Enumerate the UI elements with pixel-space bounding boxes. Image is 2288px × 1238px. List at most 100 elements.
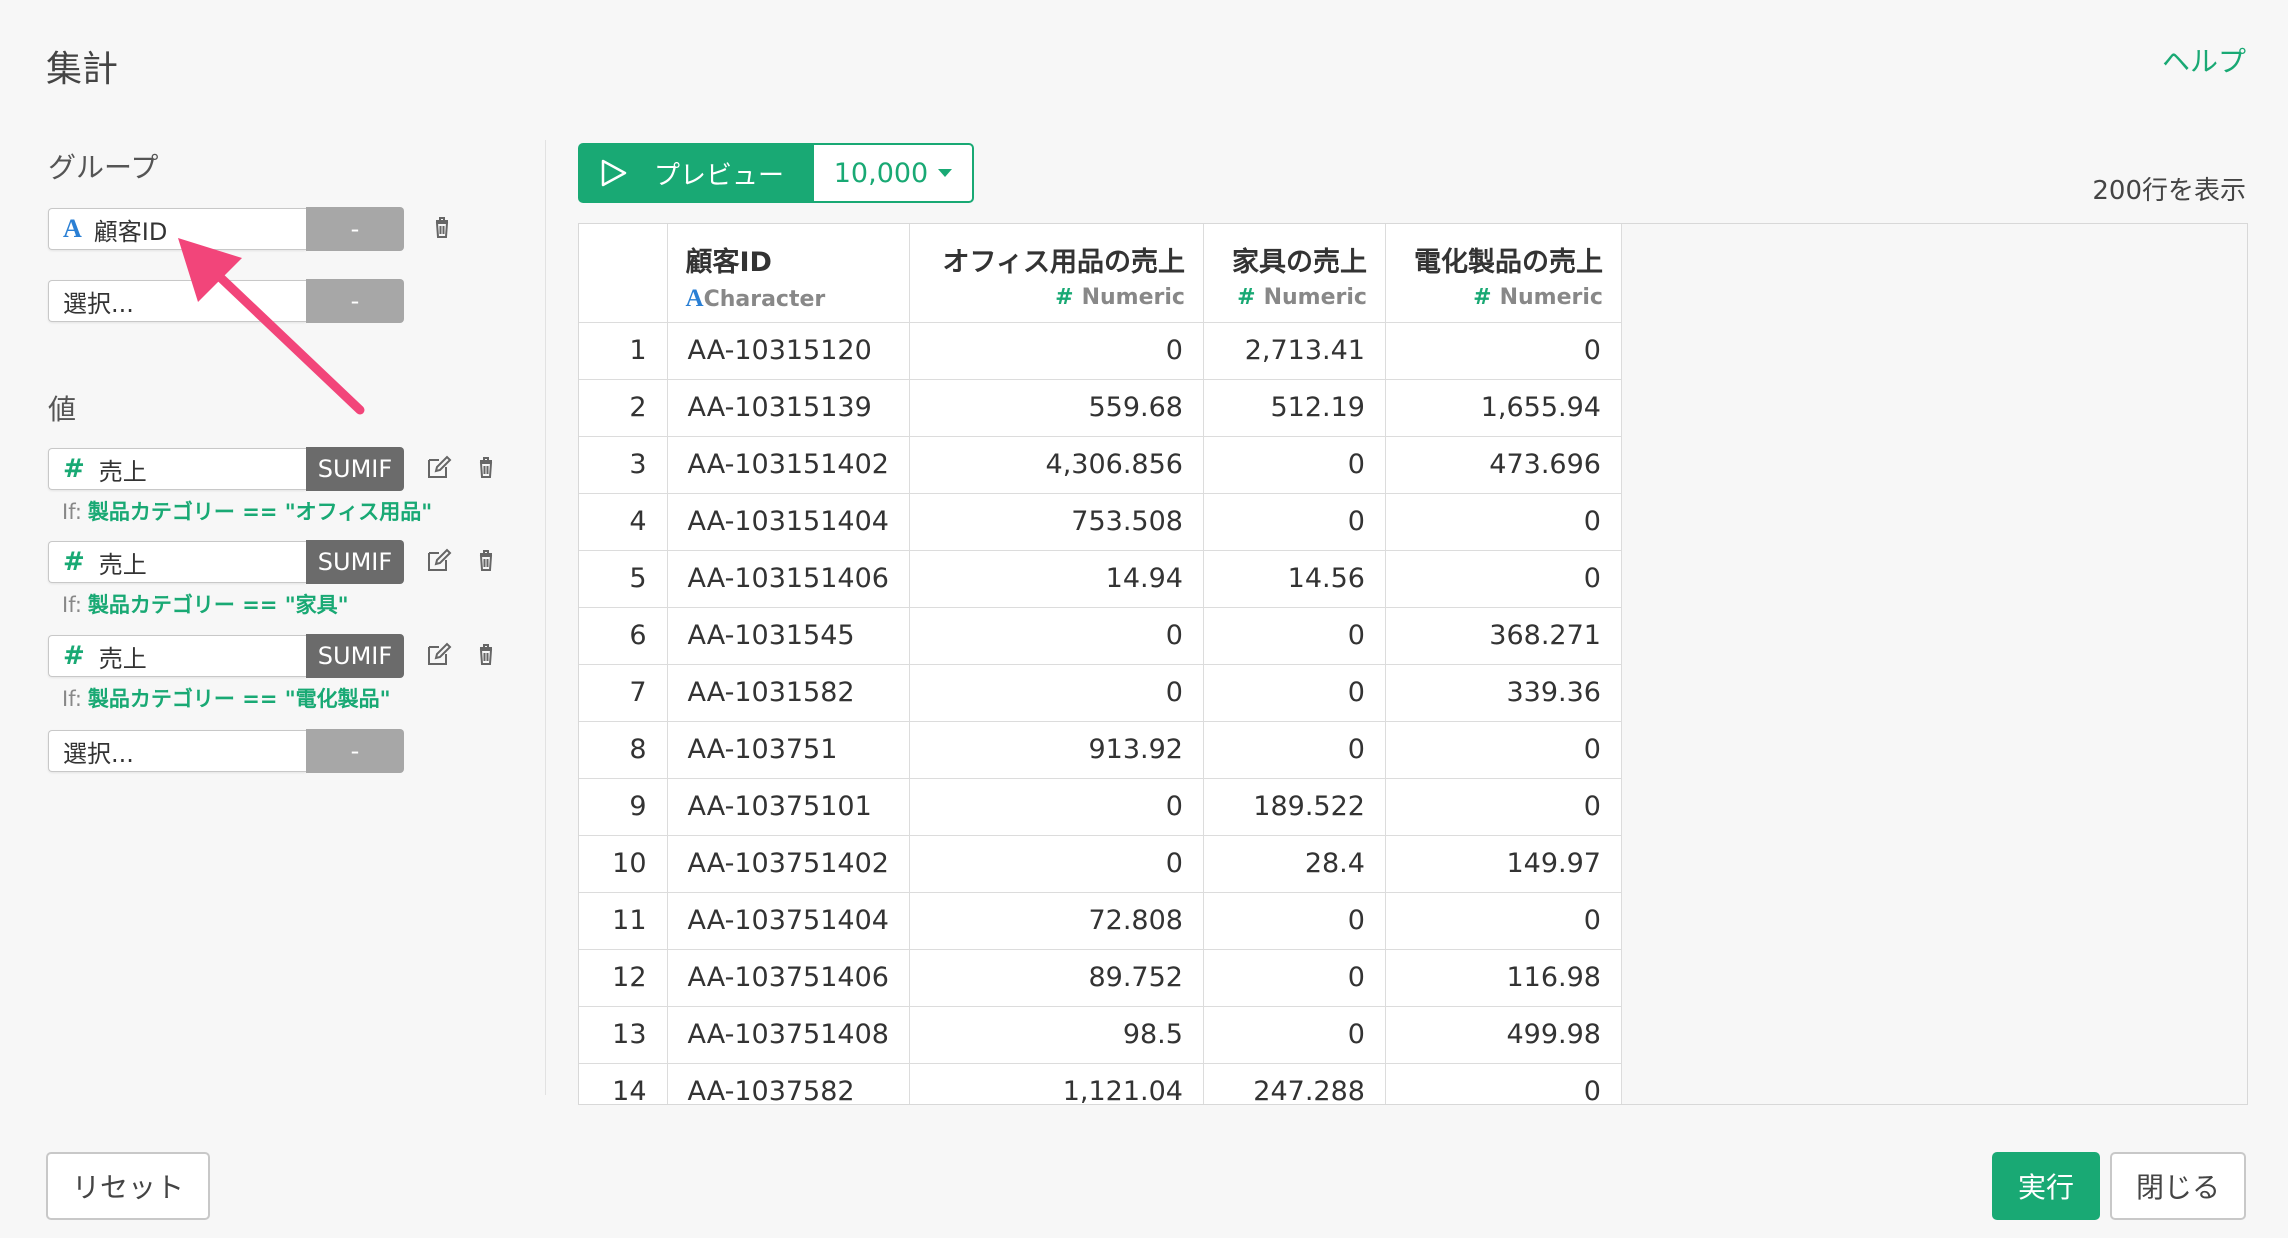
table-cell[interactable]: 559.68: [909, 379, 1204, 437]
table-cell[interactable]: 0: [1203, 1006, 1386, 1064]
table-cell[interactable]: 4,306.856: [909, 436, 1204, 494]
table-cell[interactable]: 0: [1203, 607, 1386, 665]
table-cell[interactable]: 72.808: [909, 892, 1204, 950]
table-cell[interactable]: 0: [1385, 721, 1622, 779]
table-cell[interactable]: 89.752: [909, 949, 1204, 1007]
table-cell[interactable]: 1,655.94: [1385, 379, 1622, 437]
close-button[interactable]: 閉じる: [2110, 1152, 2246, 1220]
column-header[interactable]: 電化製品の売上 # Numeric: [1385, 224, 1622, 323]
table-cell[interactable]: 0: [1385, 892, 1622, 950]
numeric-type-icon: #: [1055, 285, 1074, 310]
caret-down-icon: [938, 169, 953, 177]
condition-line: If: 製品カテゴリー == "オフィス用品": [62, 496, 432, 526]
run-button[interactable]: 実行: [1992, 1152, 2100, 1220]
preview-limit-dropdown[interactable]: 10,000: [814, 143, 974, 203]
table-cell[interactable]: 0: [909, 778, 1204, 836]
column-type: Numeric: [1263, 285, 1367, 310]
table-cell[interactable]: 499.98: [1385, 1006, 1622, 1064]
table-cell[interactable]: 0: [1203, 721, 1386, 779]
table-cell[interactable]: 28.4: [1203, 835, 1386, 893]
table-cell[interactable]: 0: [1203, 664, 1386, 722]
aggregate-function-button[interactable]: SUMIF: [306, 447, 404, 491]
reset-button[interactable]: リセット: [46, 1152, 210, 1220]
table-cell[interactable]: 0: [909, 322, 1204, 380]
table-cell[interactable]: 913.92: [909, 721, 1204, 779]
table-row: 9 AA-10375101 0 189.522 0: [579, 778, 1622, 836]
table-cell[interactable]: 0: [1203, 436, 1386, 494]
table-cell[interactable]: 0: [1385, 1063, 1622, 1104]
table-cell[interactable]: 0: [1385, 493, 1622, 551]
table-cell[interactable]: 0: [909, 835, 1204, 893]
table-cell[interactable]: AA-103151402: [667, 436, 910, 494]
table-cell[interactable]: 368.271: [1385, 607, 1622, 665]
table-row: 2 AA-10315139 559.68 512.19 1,655.94: [579, 379, 1622, 437]
table-cell[interactable]: 0: [909, 664, 1204, 722]
preview-table-container[interactable]: 顧客ID ACharacter オフィス用品の売上 # Numeric 家具の売上…: [578, 223, 2248, 1105]
table-cell[interactable]: 2,713.41: [1203, 322, 1386, 380]
table-cell[interactable]: AA-1031545: [667, 607, 910, 665]
column-header[interactable]: 顧客ID ACharacter: [667, 224, 910, 323]
table-cell[interactable]: 0: [909, 607, 1204, 665]
trash-icon[interactable]: [471, 452, 501, 482]
aggregate-function-button[interactable]: SUMIF: [306, 634, 404, 678]
table-cell[interactable]: 149.97: [1385, 835, 1622, 893]
table-cell[interactable]: 189.522: [1203, 778, 1386, 836]
value-field[interactable]: # 売上: [48, 448, 306, 490]
preview-button[interactable]: プレビュー: [578, 143, 814, 203]
value-field[interactable]: # 売上: [48, 635, 306, 677]
table-cell[interactable]: 0: [1385, 550, 1622, 608]
edit-icon[interactable]: [424, 639, 454, 669]
table-cell[interactable]: 512.19: [1203, 379, 1386, 437]
column-name: 電化製品の売上: [1413, 247, 1603, 278]
table-cell[interactable]: 0: [1203, 493, 1386, 551]
group-select-placeholder: 選択...: [63, 289, 134, 318]
if-label: If:: [62, 500, 82, 524]
table-cell[interactable]: 1,121.04: [909, 1063, 1204, 1104]
condition-text[interactable]: 製品カテゴリー == "電化製品": [88, 687, 391, 711]
table-cell[interactable]: AA-103151404: [667, 493, 910, 551]
condition-text[interactable]: 製品カテゴリー == "家具": [88, 593, 349, 617]
table-cell[interactable]: 98.5: [909, 1006, 1204, 1064]
table-cell[interactable]: 473.696: [1385, 436, 1622, 494]
value-select-button[interactable]: -: [306, 729, 404, 773]
table-cell[interactable]: 0: [1385, 778, 1622, 836]
table-cell[interactable]: AA-1037582: [667, 1063, 910, 1104]
table-cell[interactable]: 116.98: [1385, 949, 1622, 1007]
table-cell[interactable]: 14.56: [1203, 550, 1386, 608]
table-cell[interactable]: AA-10375101: [667, 778, 910, 836]
table-row: 6 AA-1031545 0 0 368.271: [579, 607, 1622, 665]
table-cell[interactable]: 247.288: [1203, 1063, 1386, 1104]
table-cell[interactable]: 339.36: [1385, 664, 1622, 722]
edit-icon[interactable]: [424, 545, 454, 575]
table-cell[interactable]: AA-103751406: [667, 949, 910, 1007]
table-cell[interactable]: AA-103751404: [667, 892, 910, 950]
table-cell[interactable]: AA-103751408: [667, 1006, 910, 1064]
edit-icon[interactable]: [424, 452, 454, 482]
help-link[interactable]: ヘルプ: [2162, 40, 2246, 80]
condition-text[interactable]: 製品カテゴリー == "オフィス用品": [88, 500, 432, 524]
table-cell[interactable]: AA-103151406: [667, 550, 910, 608]
panel-divider: [545, 140, 546, 1095]
preview-button-label: プレビュー: [654, 160, 785, 191]
character-type-icon: A: [63, 214, 82, 243]
column-header[interactable]: オフィス用品の売上 # Numeric: [909, 224, 1204, 323]
table-cell[interactable]: 753.508: [909, 493, 1204, 551]
table-cell[interactable]: 0: [1203, 949, 1386, 1007]
table-cell[interactable]: 0: [1203, 892, 1386, 950]
condition-line: If: 製品カテゴリー == "家具": [62, 589, 349, 619]
value-field[interactable]: # 売上: [48, 541, 306, 583]
trash-icon[interactable]: [471, 545, 501, 575]
table-cell[interactable]: AA-10315139: [667, 379, 910, 437]
column-header[interactable]: 家具の売上 # Numeric: [1203, 224, 1386, 323]
table-cell[interactable]: AA-1031582: [667, 664, 910, 722]
table-cell[interactable]: 14.94: [909, 550, 1204, 608]
trash-icon[interactable]: [427, 212, 457, 242]
value-row: # 売上 SUMIF: [48, 540, 404, 584]
table-cell[interactable]: AA-10315120: [667, 322, 910, 380]
aggregate-function-button[interactable]: SUMIF: [306, 540, 404, 584]
trash-icon[interactable]: [471, 639, 501, 669]
table-cell[interactable]: AA-103751402: [667, 835, 910, 893]
value-select-field[interactable]: 選択...: [48, 730, 306, 772]
table-cell[interactable]: 0: [1385, 322, 1622, 380]
table-cell[interactable]: AA-103751: [667, 721, 910, 779]
